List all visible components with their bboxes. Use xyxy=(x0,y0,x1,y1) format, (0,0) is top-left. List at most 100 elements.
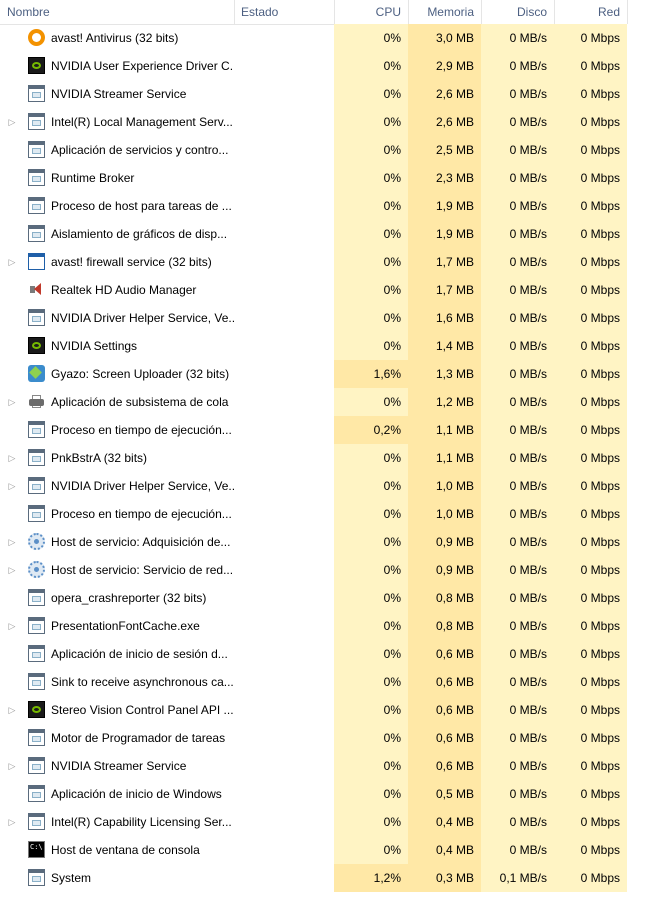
process-row[interactable]: NVIDIA Streamer Service 0% 2,6 MB 0 MB/s 0 M… xyxy=(0,80,657,108)
memory-value: 2,6 MB xyxy=(408,80,481,108)
disk-value: 0 MB/s xyxy=(481,696,554,724)
network-value: 0 Mbps xyxy=(554,752,627,780)
process-name: Proceso de host para tareas de ... xyxy=(51,199,232,213)
expand-chevron-icon[interactable]: ▷ xyxy=(6,248,18,276)
process-row[interactable]: Sink to receive asynchronous ca... 0% 0,6 … xyxy=(0,668,657,696)
process-row[interactable]: NVIDIA User Experience Driver C... 0% 2,9 … xyxy=(0,52,657,80)
memory-value: 0,6 MB xyxy=(408,752,481,780)
memory-value: 0,6 MB xyxy=(408,696,481,724)
disk-value: 0 MB/s xyxy=(481,528,554,556)
column-divider[interactable] xyxy=(627,0,628,24)
process-row[interactable]: ▷ avast! firewall service (32 bits) 0% 1,7 … xyxy=(0,248,657,276)
expand-chevron-icon[interactable]: ▷ xyxy=(6,808,18,836)
memory-value: 0,4 MB xyxy=(408,836,481,864)
column-header-memory[interactable]: Memoria xyxy=(408,0,481,24)
column-header-cpu[interactable]: CPU xyxy=(334,0,408,24)
expand-chevron-icon[interactable]: ▷ xyxy=(6,472,18,500)
avast-icon xyxy=(28,29,45,46)
process-name: Aplicación de servicios y contro... xyxy=(51,143,229,157)
process-name: Aislamiento de gráficos de disp... xyxy=(51,227,228,241)
row-gutter xyxy=(627,472,657,500)
expand-chevron-icon[interactable]: ▷ xyxy=(6,612,18,640)
column-header-name[interactable]: Nombre xyxy=(0,0,234,24)
process-name: Sink to receive asynchronous ca... xyxy=(51,675,234,689)
process-row[interactable]: ▷ Intel(R) Local Management Serv... 0% 2,6 … xyxy=(0,108,657,136)
row-gutter xyxy=(627,724,657,752)
process-row[interactable]: ▷ NVIDIA Driver Helper Service, Ve... 0% 1,… xyxy=(0,472,657,500)
process-row[interactable]: Proceso en tiempo de ejecución... 0,2% 1,1… xyxy=(0,416,657,444)
process-row[interactable]: opera_crashreporter (32 bits) 0% 0,8 MB 0 M… xyxy=(0,584,657,612)
window-icon xyxy=(28,85,45,102)
memory-value: 1,1 MB xyxy=(408,444,481,472)
cpu-value: 0% xyxy=(334,276,408,304)
process-row[interactable]: ▷ NVIDIA Streamer Service 0% 0,6 MB 0 MB/s 0 … xyxy=(0,752,657,780)
process-row[interactable]: Runtime Broker 0% 2,3 MB 0 MB/s 0 Mbps xyxy=(0,164,657,192)
row-gutter xyxy=(627,304,657,332)
column-header-status[interactable]: Estado xyxy=(234,0,334,24)
window-icon xyxy=(28,785,45,802)
cpu-value: 0% xyxy=(334,248,408,276)
process-row[interactable]: Gyazo: Screen Uploader (32 bits) 1,6% 1,3 … xyxy=(0,360,657,388)
row-gutter xyxy=(627,360,657,388)
cpu-value: 0% xyxy=(334,696,408,724)
process-row[interactable]: ▷ Stereo Vision Control Panel API ... 0% 0,… xyxy=(0,696,657,724)
expand-chevron-icon[interactable]: ▷ xyxy=(6,388,18,416)
process-row[interactable]: Realtek HD Audio Manager 0% 1,7 MB 0 MB/s 0 … xyxy=(0,276,657,304)
network-value: 0 Mbps xyxy=(554,192,627,220)
disk-value: 0 MB/s xyxy=(481,136,554,164)
disk-value: 0 MB/s xyxy=(481,24,554,52)
disk-value: 0 MB/s xyxy=(481,836,554,864)
column-header-disk[interactable]: Disco xyxy=(481,0,554,24)
row-gutter xyxy=(627,752,657,780)
column-header-network[interactable]: Red xyxy=(554,0,627,24)
process-row[interactable]: avast! Antivirus (32 bits) 0% 3,0 MB 0 MB/s… xyxy=(0,24,657,52)
process-row[interactable]: Proceso en tiempo de ejecución... 0% 1,0 M… xyxy=(0,500,657,528)
process-row[interactable]: ▷ Host de servicio: Adquisición de... 0% 0,… xyxy=(0,528,657,556)
process-row[interactable]: Aplicación de inicio de sesión d... 0% 0,6… xyxy=(0,640,657,668)
process-row[interactable]: ▷ Host de servicio: Servicio de red... 0% 0… xyxy=(0,556,657,584)
process-row[interactable]: ▷ Intel(R) Capability Licensing Ser... 0% 0… xyxy=(0,808,657,836)
process-row[interactable]: Aplicación de inicio de Windows 0% 0,5 MB 0… xyxy=(0,780,657,808)
expand-chevron-icon[interactable]: ▷ xyxy=(6,528,18,556)
process-name: System xyxy=(51,871,92,885)
process-row[interactable]: ▷ PresentationFontCache.exe 0% 0,8 MB 0 MB/s… xyxy=(0,612,657,640)
window-icon xyxy=(28,141,45,158)
process-row[interactable]: Aislamiento de gráficos de disp... 0% 1,9 … xyxy=(0,220,657,248)
process-name: NVIDIA User Experience Driver C... xyxy=(51,59,234,73)
memory-value: 1,3 MB xyxy=(408,360,481,388)
process-row[interactable]: System 1,2% 0,3 MB 0,1 MB/s 0 Mbps xyxy=(0,864,657,892)
process-row[interactable]: ▷ PnkBstrA (32 bits) 0% 1,1 MB 0 MB/s 0 Mbps xyxy=(0,444,657,472)
memory-value: 1,1 MB xyxy=(408,416,481,444)
cpu-value: 0% xyxy=(334,780,408,808)
process-row[interactable]: NVIDIA Driver Helper Service, Ve... 0% 1,6… xyxy=(0,304,657,332)
cpu-value: 0% xyxy=(334,220,408,248)
expand-chevron-icon[interactable]: ▷ xyxy=(6,444,18,472)
process-name: NVIDIA Streamer Service xyxy=(51,759,187,773)
row-gutter xyxy=(627,444,657,472)
process-name: NVIDIA Settings xyxy=(51,339,138,353)
process-row[interactable]: Proceso de host para tareas de ... 0% 1,9 … xyxy=(0,192,657,220)
disk-value: 0 MB/s xyxy=(481,164,554,192)
expand-chevron-icon[interactable]: ▷ xyxy=(6,752,18,780)
cpu-value: 0% xyxy=(334,444,408,472)
network-value: 0 Mbps xyxy=(554,864,627,892)
process-row[interactable]: Motor de Programador de tareas 0% 0,6 MB 0 … xyxy=(0,724,657,752)
process-row[interactable]: Aplicación de servicios y contro... 0% 2,5… xyxy=(0,136,657,164)
process-row[interactable]: Host de ventana de consola 0%0,4 MB0 MB/s… xyxy=(0,836,657,864)
row-gutter xyxy=(627,668,657,696)
row-gutter xyxy=(627,612,657,640)
memory-value: 0,8 MB xyxy=(408,584,481,612)
row-gutter xyxy=(627,24,657,52)
process-row[interactable]: NVIDIA Settings 0% 1,4 MB 0 MB/s 0 Mbps xyxy=(0,332,657,360)
cpu-value: 0% xyxy=(334,332,408,360)
cpu-value: 0,2% xyxy=(334,416,408,444)
process-row[interactable]: ▷ Aplicación de subsistema de cola 0% 1,2 M… xyxy=(0,388,657,416)
memory-value: 3,0 MB xyxy=(408,24,481,52)
expand-chevron-icon[interactable]: ▷ xyxy=(6,696,18,724)
memory-value: 1,4 MB xyxy=(408,332,481,360)
window-icon xyxy=(28,869,45,886)
process-name: NVIDIA Driver Helper Service, Ve... xyxy=(51,311,234,325)
expand-chevron-icon[interactable]: ▷ xyxy=(6,108,18,136)
expand-chevron-icon[interactable]: ▷ xyxy=(6,556,18,584)
network-value: 0 Mbps xyxy=(554,304,627,332)
